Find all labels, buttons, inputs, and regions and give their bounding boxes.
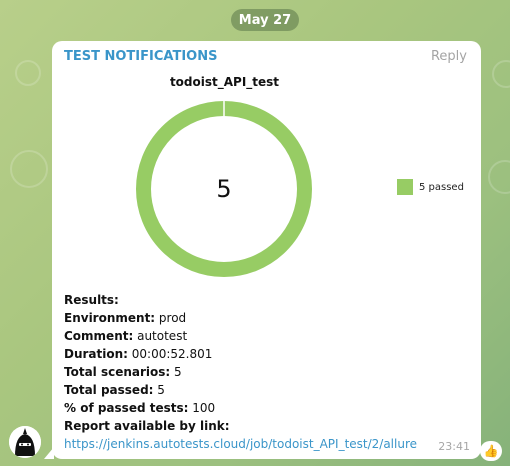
background-doodle	[488, 160, 510, 194]
duration-value: 00:00:52.801	[127, 347, 213, 361]
comment-line: Comment: autotest	[64, 327, 417, 345]
thumbs-up-icon[interactable]: 👍	[480, 441, 502, 461]
environment-value: prod	[155, 311, 187, 325]
total-passed-key: Total passed:	[64, 383, 154, 397]
background-doodle	[492, 60, 510, 88]
chart: 5	[136, 101, 312, 277]
bubble-tail	[44, 447, 54, 459]
percent-passed-key: % of passed tests:	[64, 401, 189, 415]
chart-title: todoist_API_test	[169, 75, 280, 89]
chart-legend: 5 passed	[397, 179, 464, 195]
message-bubble[interactable]: TEST NOTIFICATIONS Reply todoist_API_tes…	[52, 41, 481, 459]
legend-label: 5 passed	[419, 181, 464, 193]
comment-key: Comment:	[64, 329, 134, 343]
report-link[interactable]: https://jenkins.autotests.cloud/job/todo…	[64, 437, 417, 451]
bot-avatar-icon[interactable]	[9, 426, 41, 458]
pie-center-label: 5	[216, 175, 231, 203]
percent-passed-value: 100	[188, 401, 216, 415]
reply-button[interactable]: Reply	[431, 49, 467, 64]
percent-passed-line: % of passed tests: 100	[64, 399, 417, 417]
background-doodle	[10, 150, 48, 188]
date-separator: May 27	[231, 9, 299, 31]
message-time: 23:41	[438, 440, 470, 453]
total-passed-line: Total passed: 5	[64, 381, 417, 399]
duration-key: Duration:	[64, 347, 128, 361]
background-doodle	[15, 60, 41, 86]
legend-swatch	[397, 179, 413, 195]
total-scenarios-line: Total scenarios: 5	[64, 363, 417, 381]
total-scenarios-key: Total scenarios:	[64, 365, 171, 379]
results-heading: Results:	[64, 293, 119, 307]
environment-key: Environment:	[64, 311, 156, 325]
total-passed-value: 5	[153, 383, 165, 397]
report-key: Report available by link:	[64, 419, 230, 433]
environment-line: Environment: prod	[64, 309, 417, 327]
duration-line: Duration: 00:00:52.801	[64, 345, 417, 363]
sender-name[interactable]: TEST NOTIFICATIONS	[64, 49, 217, 64]
results-block: Results: Environment: prod Comment: auto…	[64, 291, 417, 453]
total-scenarios-value: 5	[170, 365, 182, 379]
comment-value: autotest	[133, 329, 188, 343]
